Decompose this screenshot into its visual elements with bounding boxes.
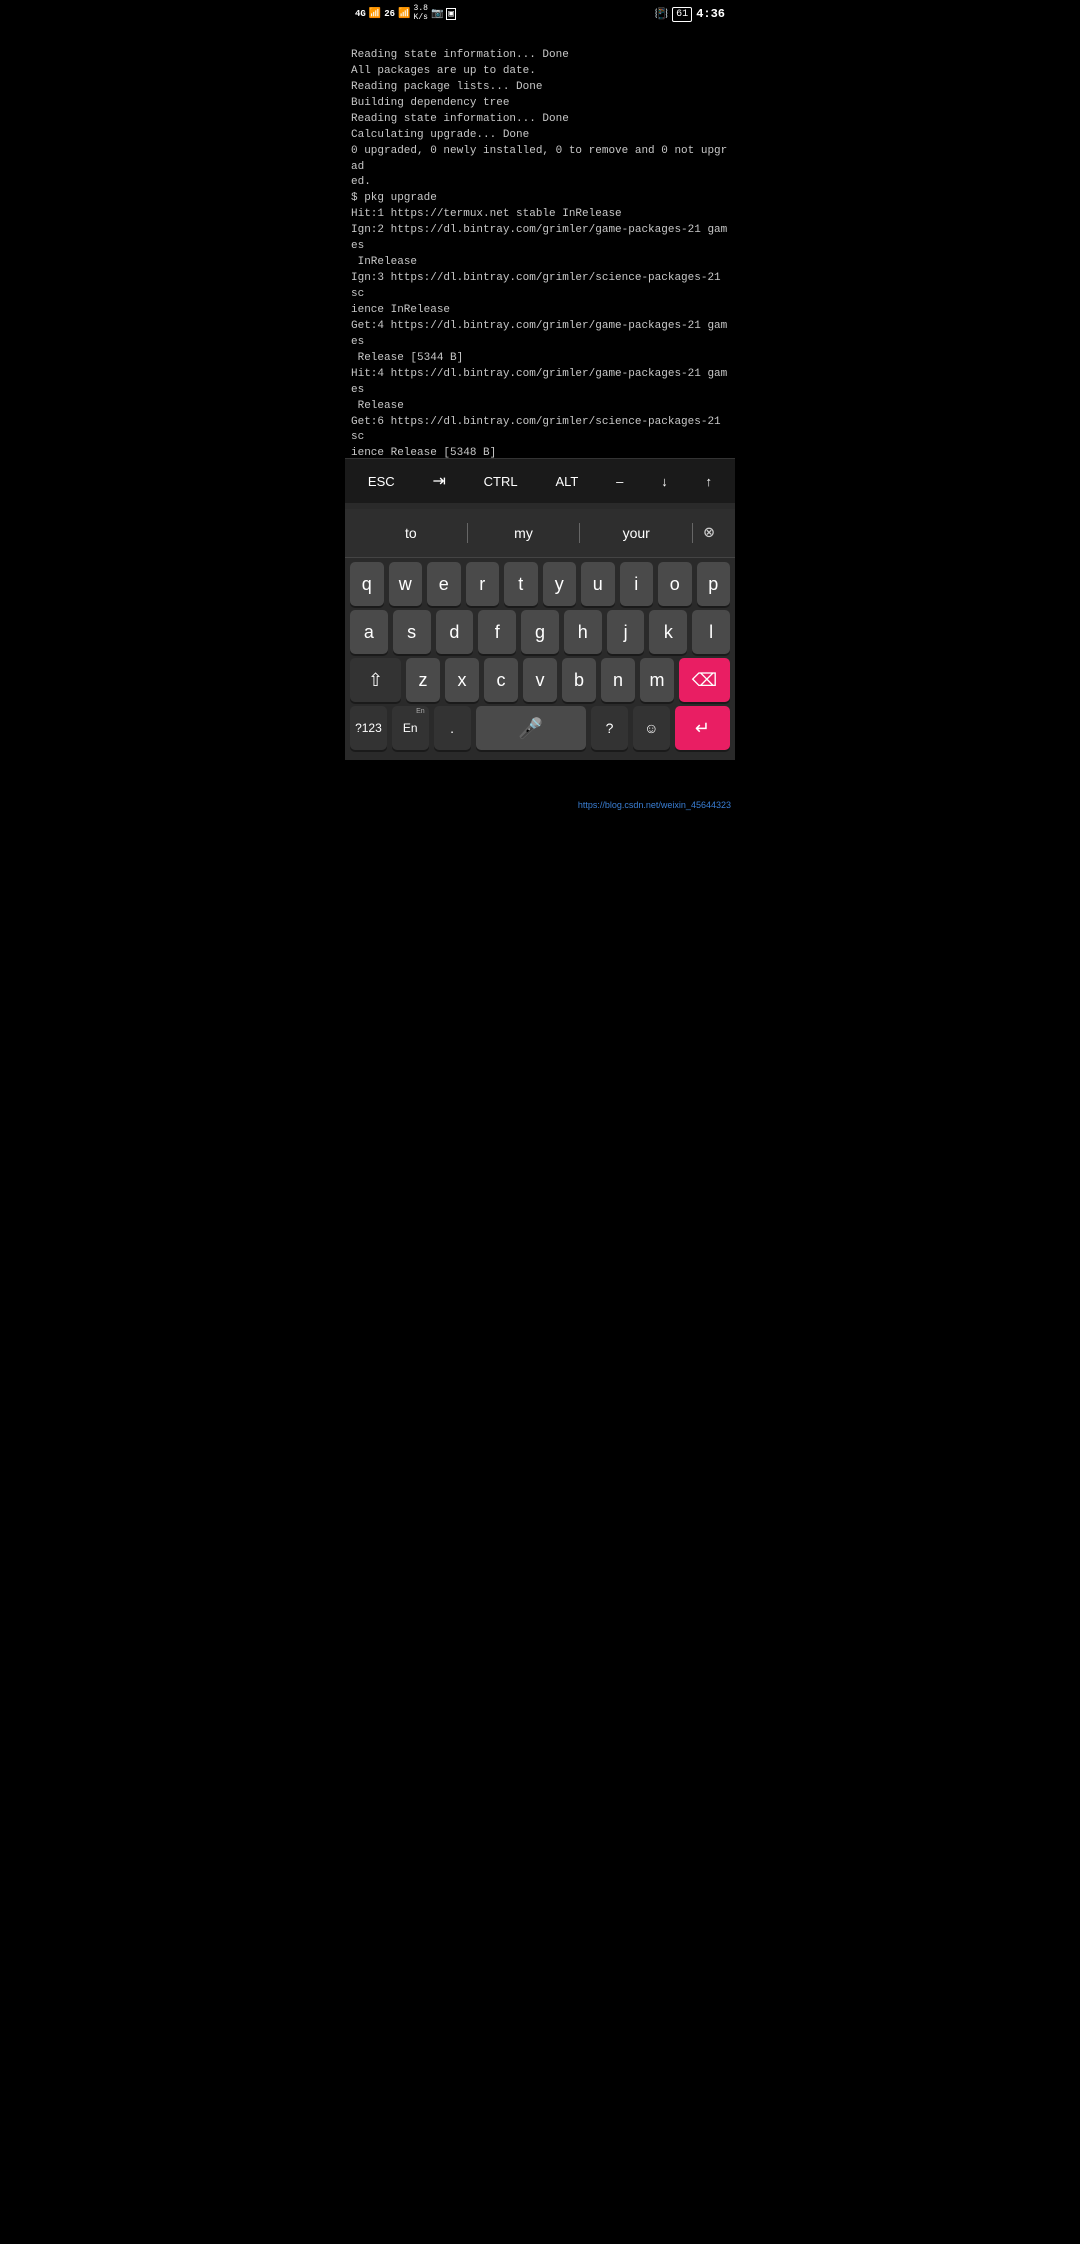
symbols-key[interactable]: ?123 bbox=[350, 706, 387, 750]
key-m[interactable]: m bbox=[640, 658, 674, 702]
period-key[interactable]: . bbox=[434, 706, 471, 750]
backspace-key[interactable]: ⌫ bbox=[679, 658, 730, 702]
battery-display: 61 bbox=[672, 7, 692, 22]
time-display: 4:36 bbox=[696, 7, 725, 21]
key-q[interactable]: q bbox=[350, 562, 384, 606]
network-26: 26 bbox=[384, 9, 395, 19]
ctrl-key[interactable]: CTRL bbox=[478, 470, 524, 493]
watermark: https://blog.csdn.net/weixin_45644323 bbox=[574, 798, 735, 812]
status-left: 4G 📶 26 📶 3.8K/s 📷 ▣ bbox=[355, 5, 456, 23]
speed-display: 3.8K/s bbox=[414, 5, 428, 23]
network-4g: 4G bbox=[355, 9, 366, 19]
status-right: 📳 61 4:36 bbox=[654, 7, 725, 22]
key-j[interactable]: j bbox=[607, 610, 645, 654]
suggestions-row: to my your ⊗ bbox=[345, 509, 735, 558]
key-w[interactable]: w bbox=[389, 562, 423, 606]
arrow-down-key[interactable]: ↓ bbox=[655, 470, 674, 493]
arrow-up-key[interactable]: ↑ bbox=[700, 470, 719, 493]
key-h[interactable]: h bbox=[564, 610, 602, 654]
key-k[interactable]: k bbox=[649, 610, 687, 654]
alt-key[interactable]: ALT bbox=[549, 470, 584, 493]
key-a[interactable]: a bbox=[350, 610, 388, 654]
key-n[interactable]: n bbox=[601, 658, 635, 702]
suggestion-delete-button[interactable]: ⊗ bbox=[693, 517, 725, 549]
suggestion-to[interactable]: to bbox=[355, 525, 467, 541]
key-u[interactable]: u bbox=[581, 562, 615, 606]
key-r[interactable]: r bbox=[466, 562, 500, 606]
key-row-2: a s d f g h j k l bbox=[350, 610, 730, 654]
terminal-output: Reading state information... Done All pa… bbox=[345, 28, 735, 458]
enter-key[interactable]: ↵ bbox=[675, 706, 730, 750]
key-p[interactable]: p bbox=[697, 562, 731, 606]
language-key[interactable]: En En bbox=[392, 706, 429, 750]
key-i[interactable]: i bbox=[620, 562, 654, 606]
key-f[interactable]: f bbox=[478, 610, 516, 654]
key-x[interactable]: x bbox=[445, 658, 479, 702]
key-v[interactable]: v bbox=[523, 658, 557, 702]
emoji-key[interactable]: ☺ bbox=[633, 706, 670, 750]
special-keys-row: ESC ⇥ CTRL ALT – ↓ ↑ bbox=[345, 458, 735, 503]
keyboard: to my your ⊗ q w e r t y u i o p a s d f… bbox=[345, 503, 735, 760]
key-e[interactable]: e bbox=[427, 562, 461, 606]
key-s[interactable]: s bbox=[393, 610, 431, 654]
key-c[interactable]: c bbox=[484, 658, 518, 702]
key-d[interactable]: d bbox=[436, 610, 474, 654]
question-key[interactable]: ? bbox=[591, 706, 628, 750]
suggestion-my[interactable]: my bbox=[468, 525, 580, 541]
key-row-3: ⇧ z x c v b n m ⌫ bbox=[350, 658, 730, 702]
signal-bars-2: 📶 bbox=[398, 8, 410, 20]
key-y[interactable]: y bbox=[543, 562, 577, 606]
key-b[interactable]: b bbox=[562, 658, 596, 702]
key-row-4: ?123 En En . 🎤 ? ☺ ↵ bbox=[350, 706, 730, 750]
video-icon: 📷 bbox=[431, 8, 443, 20]
key-g[interactable]: g bbox=[521, 610, 559, 654]
signal-bars: 📶 bbox=[369, 8, 381, 20]
screen-record-icon: ▣ bbox=[446, 8, 455, 20]
suggestion-your[interactable]: your bbox=[580, 525, 692, 541]
shift-key[interactable]: ⇧ bbox=[350, 658, 401, 702]
key-l[interactable]: l bbox=[692, 610, 730, 654]
vibrate-icon: 📳 bbox=[654, 7, 668, 21]
key-row-1: q w e r t y u i o p bbox=[350, 562, 730, 606]
esc-key[interactable]: ESC bbox=[362, 470, 401, 493]
key-z[interactable]: z bbox=[406, 658, 440, 702]
status-bar: 4G 📶 26 📶 3.8K/s 📷 ▣ 📳 61 4:36 bbox=[345, 0, 735, 28]
key-o[interactable]: o bbox=[658, 562, 692, 606]
space-key[interactable]: 🎤 bbox=[476, 706, 587, 750]
dash-key[interactable]: – bbox=[610, 470, 629, 493]
tab-key[interactable]: ⇥ bbox=[426, 467, 451, 495]
terminal-line-1: Reading state information... Done All pa… bbox=[351, 49, 727, 458]
key-t[interactable]: t bbox=[504, 562, 538, 606]
